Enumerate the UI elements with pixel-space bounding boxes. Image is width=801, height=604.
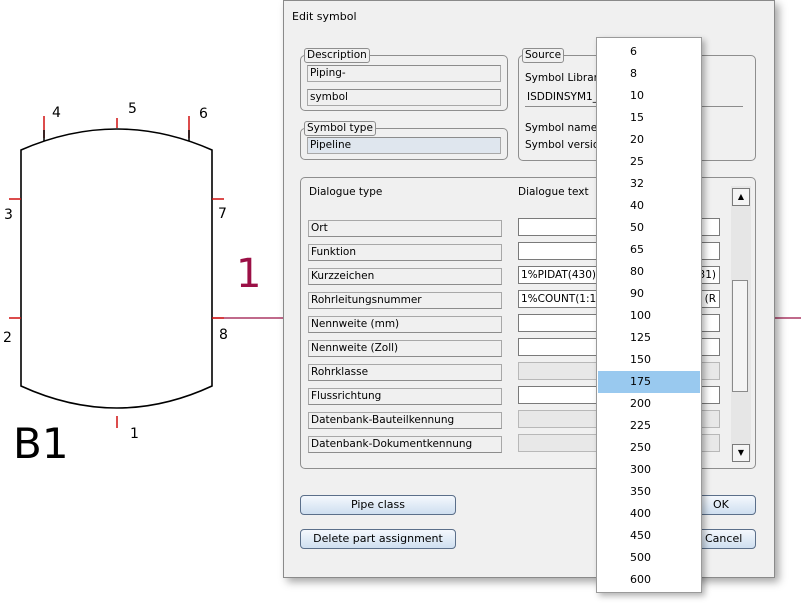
scroll-thumb[interactable]	[732, 280, 748, 392]
dropdown-option[interactable]: 80	[598, 261, 700, 283]
pin-label-5: 5	[128, 101, 137, 117]
dropdown-option[interactable]: 350	[598, 481, 700, 503]
pin-label-7: 7	[218, 206, 227, 222]
row-label-flussrichtung: Flussrichtung	[308, 388, 502, 405]
source-group-label: Source	[522, 48, 565, 63]
table-scrollbar[interactable]: ▲ ▼	[731, 186, 751, 462]
symbol-name-label: Symbol name:	[525, 122, 601, 134]
dropdown-option[interactable]: 600	[598, 569, 700, 591]
pipe-class-button[interactable]: Pipe class	[300, 495, 456, 515]
dropdown-option[interactable]: 20	[598, 129, 700, 151]
vessel-body[interactable]	[20, 128, 213, 409]
symbol-library-label: Symbol Library:	[525, 72, 607, 84]
pin-label-8: 8	[219, 327, 228, 343]
pin-label-3: 3	[4, 207, 13, 223]
symbol-version-label: Symbol version	[525, 139, 606, 151]
delete-part-assignment-button[interactable]: Delete part assignment	[300, 529, 456, 549]
row-label-rohrleitungsnummer: Rohrleitungsnummer	[308, 292, 502, 309]
dropdown-option[interactable]: 32	[598, 173, 700, 195]
row-label-nennweite-mm: Nennweite (mm)	[308, 316, 502, 333]
scroll-up-arrow-icon[interactable]: ▲	[732, 188, 750, 206]
pin-label-2: 2	[3, 330, 12, 346]
symbol-type-group-label: Symbol type	[304, 121, 376, 136]
description-group: Description Piping- symbol	[300, 48, 508, 111]
pin-label-6: 6	[199, 106, 208, 122]
row-label-rohrklasse: Rohrklasse	[308, 364, 502, 381]
row-label-kurzzeichen: Kurzzeichen	[308, 268, 502, 285]
dropdown-option[interactable]: 400	[598, 503, 700, 525]
dropdown-option[interactable]: 450	[598, 525, 700, 547]
dropdown-option[interactable]: 225	[598, 415, 700, 437]
row-label-ort: Ort	[308, 220, 502, 237]
row-label-datenbank-dokumentkennung: Datenbank-Dokumentkennung	[308, 436, 502, 453]
nominal-size-dropdown-list[interactable]: 6 8 10 15 20 25 32 40 50 65 80 90 100 125 150 175 200 225…	[596, 37, 702, 593]
col-header-dialogue-text: Dialogue text	[518, 186, 589, 198]
dropdown-option[interactable]: 40	[598, 195, 700, 217]
dropdown-option[interactable]: 300	[598, 459, 700, 481]
scroll-down-arrow-icon[interactable]: ▼	[732, 444, 750, 462]
dropdown-option[interactable]: 100	[598, 305, 700, 327]
pin-label-1: 1	[130, 426, 139, 442]
row-label-nennweite-zoll: Nennweite (Zoll)	[308, 340, 502, 357]
row-input-kurzzeichen-text: 1%PIDAT(430)%	[521, 269, 606, 281]
dialog-title: Edit symbol	[292, 10, 357, 23]
dropdown-option[interactable]: 10	[598, 85, 700, 107]
dropdown-option[interactable]: 125	[598, 327, 700, 349]
dropdown-option[interactable]: 65	[598, 239, 700, 261]
dropdown-option[interactable]: 500	[598, 547, 700, 569]
row-label-funktion: Funktion	[308, 244, 502, 261]
dropdown-option[interactable]: 25	[598, 151, 700, 173]
dropdown-option[interactable]: 175	[598, 371, 700, 393]
dropdown-option[interactable]: 8	[598, 63, 700, 85]
row-input-rohrleitungsnummer-text: 1%COUNT(1:1:(	[521, 293, 604, 305]
dropdown-option[interactable]: 50	[598, 217, 700, 239]
row-label-datenbank-bauteilkennung: Datenbank-Bauteilkennung	[308, 412, 502, 429]
dropdown-option[interactable]: 90	[598, 283, 700, 305]
pin-label-4: 4	[52, 105, 61, 121]
dropdown-option[interactable]: 15	[598, 107, 700, 129]
description-line-2: symbol	[307, 89, 501, 106]
dropdown-option[interactable]: 200	[598, 393, 700, 415]
description-group-label: Description	[304, 48, 370, 63]
row-input-rohrleitungsnummer-tail: (R	[704, 293, 716, 305]
dropdown-option[interactable]: 250	[598, 437, 700, 459]
dropdown-option[interactable]: 6	[598, 41, 700, 63]
pipeline-number: 1	[236, 251, 262, 297]
description-line-1: Piping-	[307, 65, 501, 82]
symbol-type-value: Pipeline	[307, 137, 501, 154]
equipment-tag: B1	[13, 419, 69, 468]
col-header-dialogue-type: Dialogue type	[309, 186, 383, 198]
dropdown-option[interactable]: 150	[598, 349, 700, 371]
symbol-type-group: Symbol type Pipeline	[300, 121, 508, 160]
